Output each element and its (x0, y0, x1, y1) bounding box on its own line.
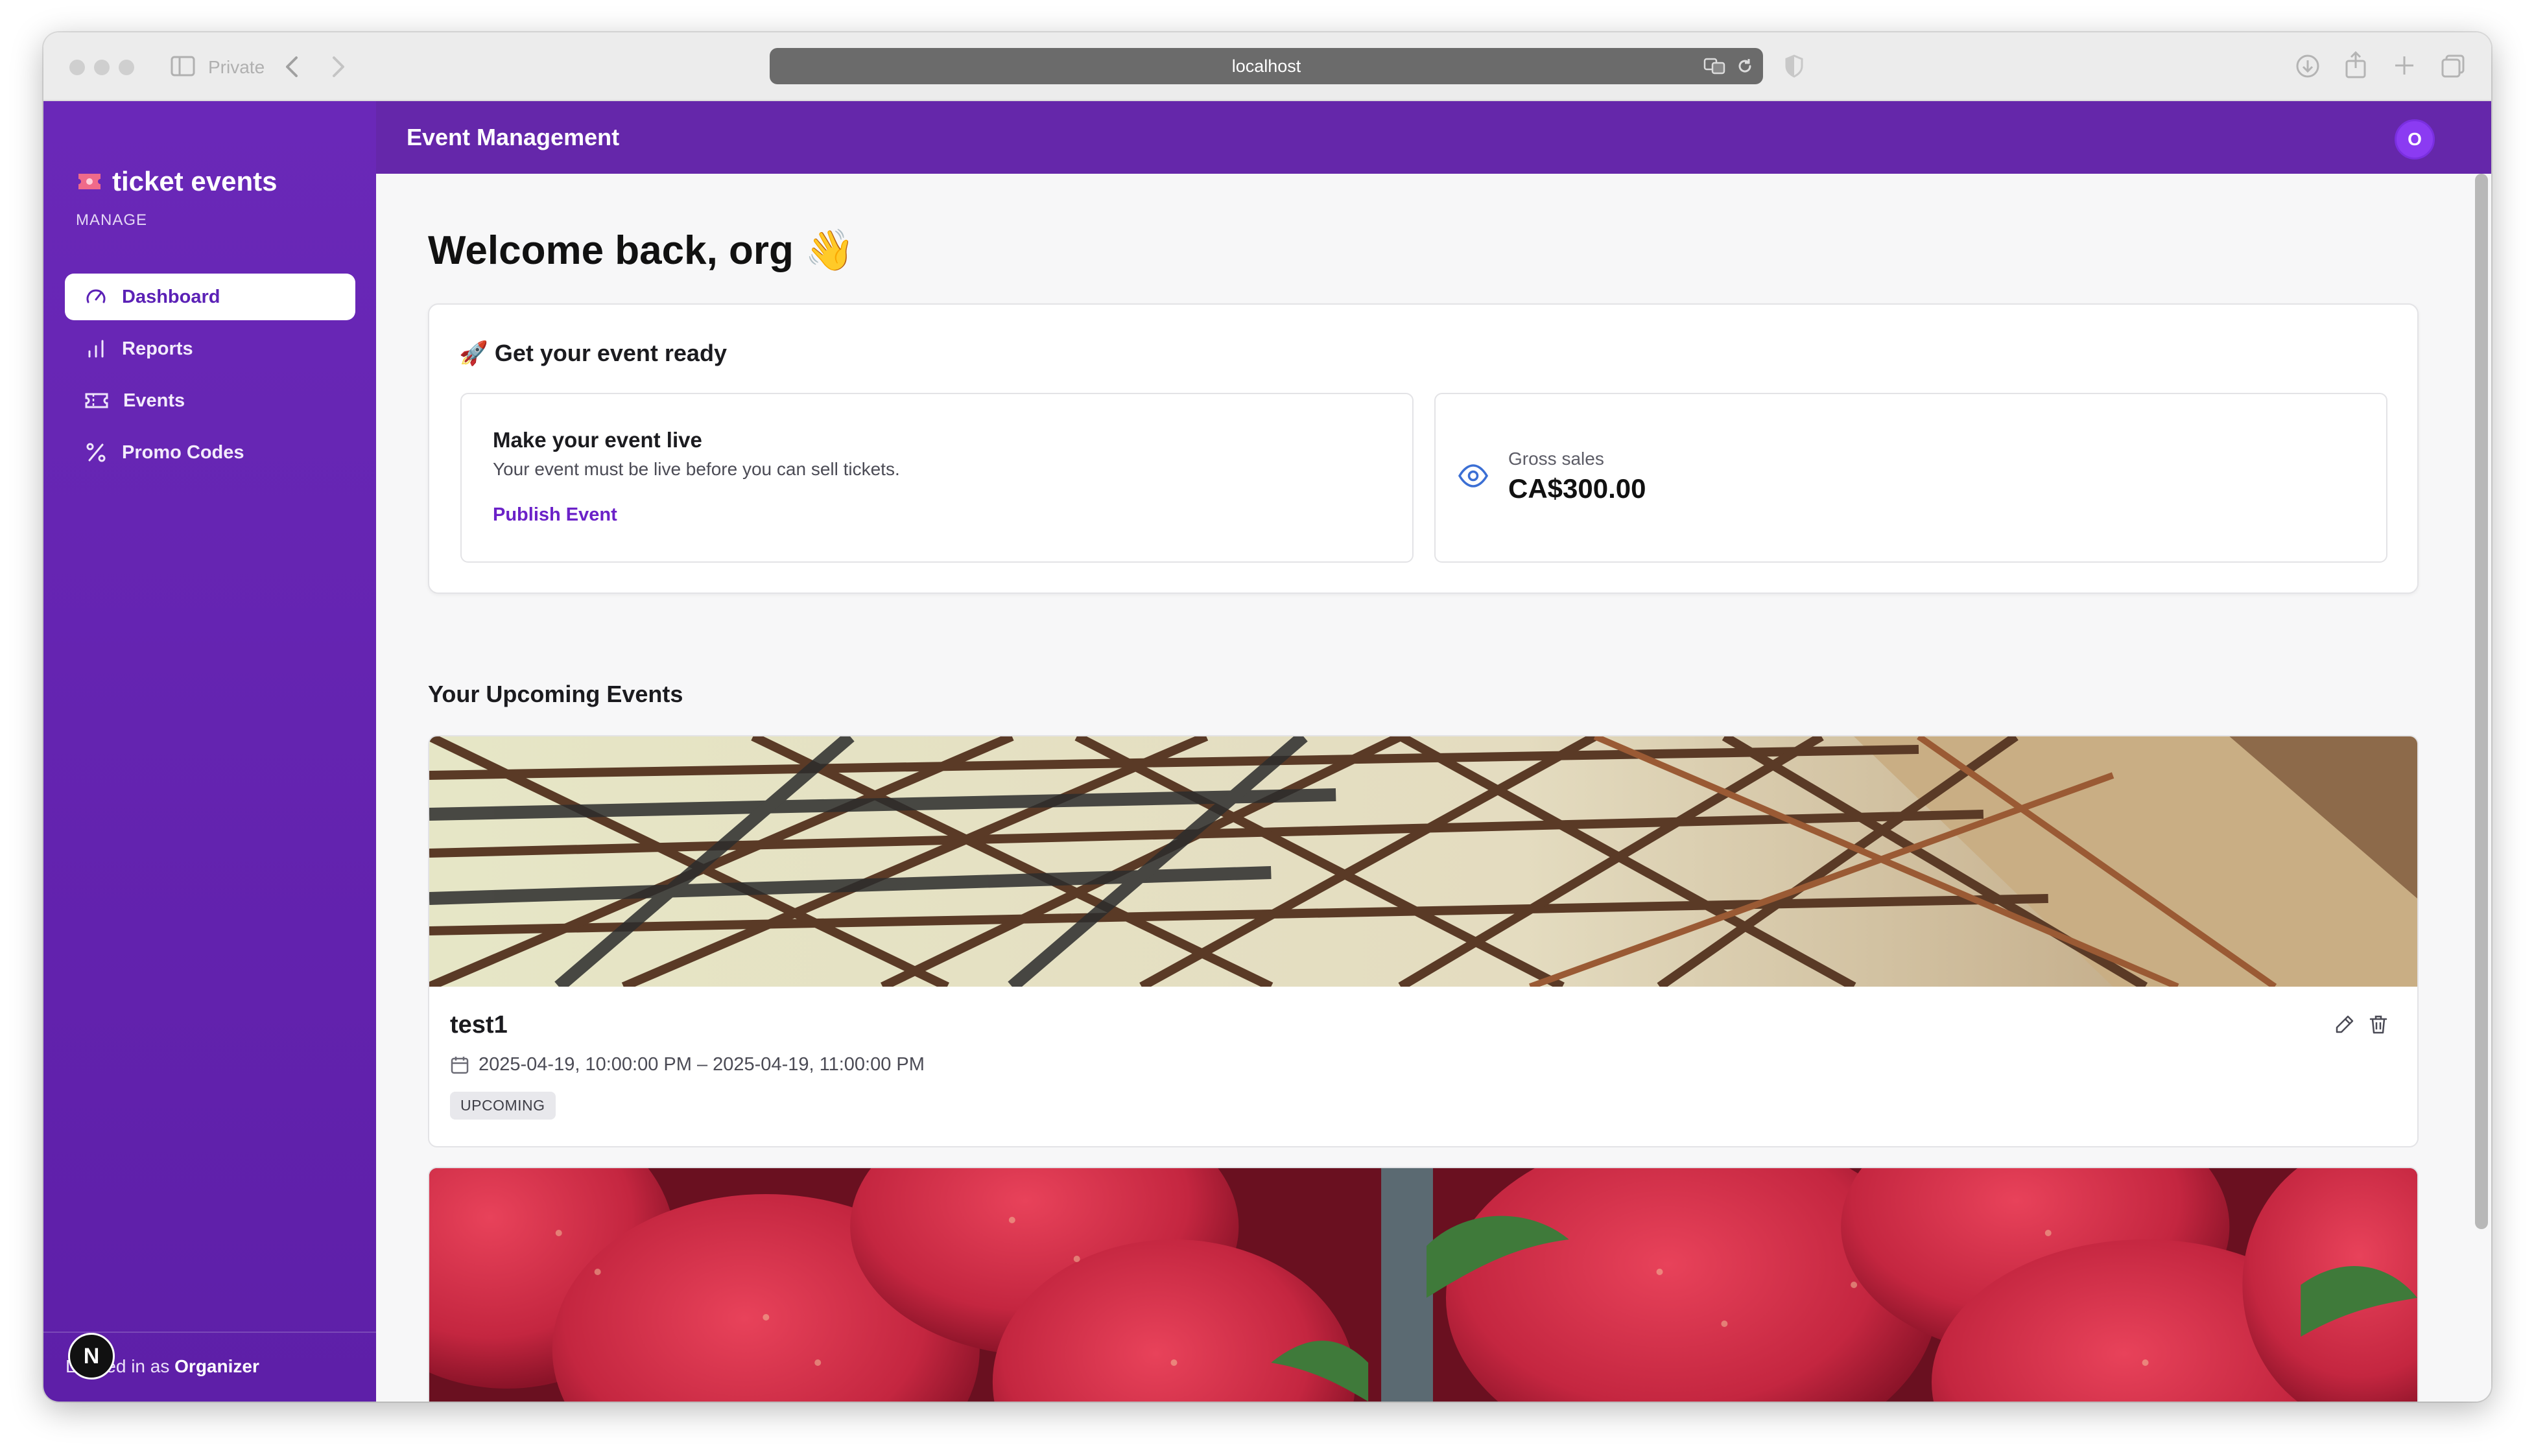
event-card[interactable] (428, 1167, 2419, 1402)
sidebar-item-label: Reports (122, 338, 193, 359)
publish-event-link[interactable]: Publish Event (493, 504, 617, 526)
sidebar: ticket events MANAGE Dashboard Reports E… (43, 101, 376, 1402)
percent-icon (86, 443, 106, 462)
back-icon[interactable] (285, 56, 299, 78)
section-label-manage: MANAGE (76, 211, 148, 229)
tab-overview-icon[interactable] (2440, 53, 2466, 79)
event-date-range: 2025-04-19, 10:00:00 PM – 2025-04-19, 11… (450, 1054, 925, 1075)
reload-icon[interactable] (1736, 57, 1754, 75)
share-icon[interactable] (2344, 51, 2367, 79)
gross-sales-card: Gross sales CA$300.00 (1434, 393, 2387, 563)
minimize-window-button[interactable] (94, 60, 110, 75)
url-text: localhost (1231, 56, 1301, 76)
shield-icon[interactable] (1784, 54, 1804, 78)
ticket-icon (85, 393, 108, 408)
browser-window: Private localhost ticket events MANAGE D… (43, 32, 2491, 1402)
zoom-window-button[interactable] (119, 60, 134, 75)
sidebar-item-reports[interactable]: Reports (65, 325, 355, 372)
trash-icon[interactable] (2368, 1014, 2389, 1035)
ticket-logo-icon (78, 174, 101, 189)
main-content: Welcome back, org 👋 🚀 Get your event rea… (376, 174, 2491, 1402)
gross-sales-label: Gross sales (1508, 449, 1604, 469)
sidebar-item-label: Dashboard (122, 286, 220, 307)
gross-sales-value: CA$300.00 (1508, 473, 1646, 504)
sidebar-item-label: Promo Codes (122, 441, 244, 463)
sidebar-toggle-icon[interactable] (171, 56, 195, 76)
event-card[interactable]: test1 2025-04-19, 10:00:00 PM – 2025-04-… (428, 735, 2419, 1147)
status-badge: UPCOMING (450, 1092, 556, 1120)
private-label: Private (208, 57, 265, 77)
welcome-heading: Welcome back, org 👋 (428, 228, 855, 273)
make-live-description: Your event must be live before you can s… (493, 459, 900, 479)
get-ready-card: 🚀 Get your event ready Make your event l… (428, 303, 2419, 594)
gauge-icon (86, 289, 106, 303)
page-header-title: Event Management (407, 124, 620, 150)
translate-icon[interactable] (1703, 57, 1727, 75)
brand-logo[interactable]: ticket events (76, 166, 277, 197)
top-bar: Event Management O (376, 101, 2491, 174)
upcoming-events-title: Your Upcoming Events (428, 681, 683, 707)
address-bar[interactable]: localhost (770, 48, 1763, 84)
event-title[interactable]: test1 (450, 1011, 508, 1039)
close-window-button[interactable] (69, 60, 85, 75)
strawberries-photo (429, 1168, 2417, 1402)
dev-tools-badge[interactable]: N (68, 1333, 115, 1380)
calendar-icon (451, 1056, 469, 1074)
bar-chart-icon (88, 340, 104, 358)
scrollbar[interactable] (2475, 174, 2488, 1229)
steel-truss-photo (429, 736, 2417, 987)
sidebar-item-dashboard[interactable]: Dashboard (65, 274, 355, 320)
get-ready-title: 🚀 Get your event ready (459, 340, 727, 366)
eye-icon (1458, 464, 1489, 487)
event-actions (2334, 1014, 2389, 1035)
sidebar-footer: Logged in as Organizer N (43, 1332, 376, 1402)
sidebar-item-label: Events (123, 390, 185, 411)
event-date-text: 2025-04-19, 10:00:00 PM – 2025-04-19, 11… (479, 1054, 925, 1075)
make-live-card: Make your event live Your event must be … (460, 393, 1414, 563)
user-avatar[interactable]: O (2395, 119, 2435, 159)
logged-in-role: Organizer (174, 1356, 259, 1376)
sidebar-item-events[interactable]: Events (65, 377, 355, 424)
edit-icon[interactable] (2334, 1014, 2355, 1035)
make-live-title: Make your event live (493, 428, 702, 452)
download-icon[interactable] (2295, 53, 2321, 79)
browser-toolbar: Private localhost (43, 32, 2491, 101)
new-tab-icon[interactable] (2393, 54, 2415, 76)
forward-icon[interactable] (331, 56, 346, 78)
sidebar-item-promo-codes[interactable]: Promo Codes (65, 429, 355, 476)
brand-name: ticket events (112, 166, 278, 196)
